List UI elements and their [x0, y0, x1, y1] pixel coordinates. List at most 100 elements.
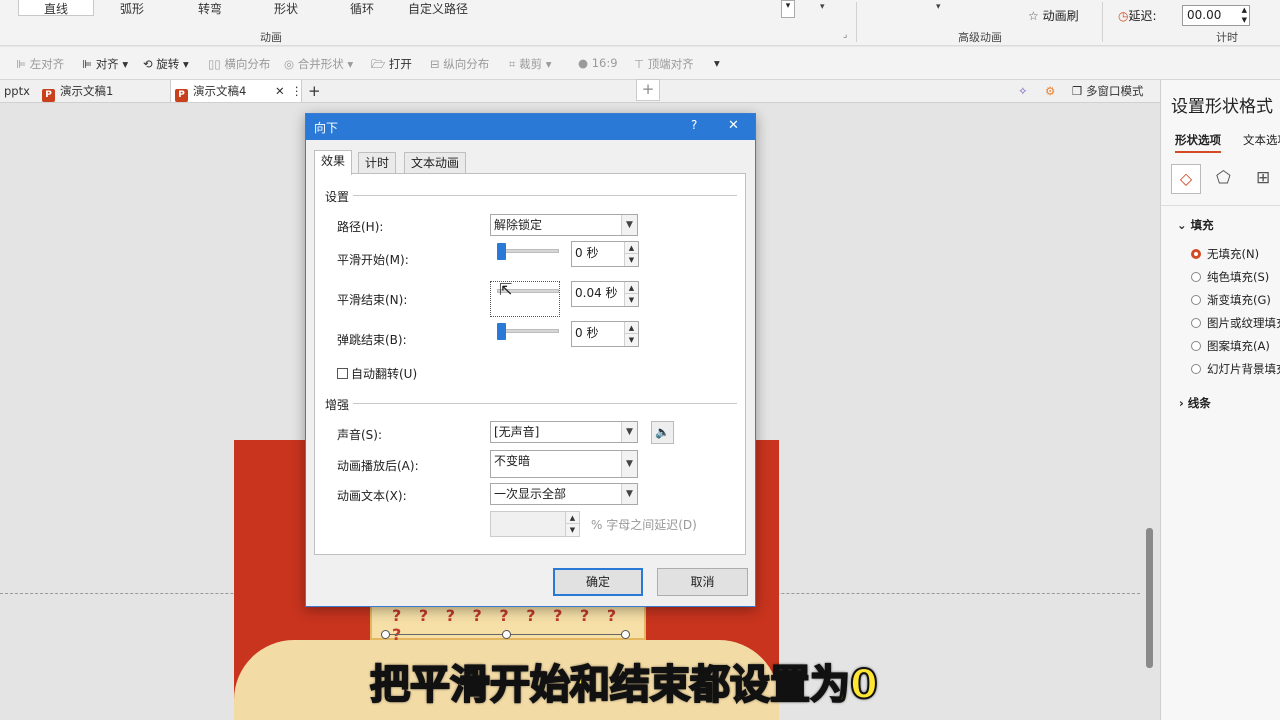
spin-arrows-icon[interactable]: ▲ ▼: [1242, 5, 1247, 25]
spin-up-icon[interactable]: ▲: [624, 322, 638, 334]
anim-turn[interactable]: 转弯: [190, 0, 230, 16]
sound-label: 声音(S):: [337, 428, 383, 442]
option-label: 无填充(N): [1207, 247, 1260, 261]
dialog-titlebar[interactable]: 向下 ? ✕: [306, 114, 755, 140]
merge-shapes-button[interactable]: ◎ 合并形状 ▾: [284, 56, 353, 72]
align-top-button[interactable]: ⊤ 顶端对齐: [634, 56, 694, 72]
cancel-button[interactable]: 取消: [657, 568, 748, 596]
more-icon[interactable]: ⋮: [291, 80, 303, 102]
spin-up-icon[interactable]: ▲: [624, 242, 638, 254]
doc-tab-pptx[interactable]: pptx: [4, 80, 30, 102]
doc-tab-4-active[interactable]: P 演示文稿4 ✕ ⋮: [170, 80, 303, 102]
delay-input[interactable]: 00.00 ▲ ▼: [1182, 5, 1250, 26]
anim-shape[interactable]: 形状: [266, 0, 306, 16]
ai-icon[interactable]: ✧: [1018, 80, 1028, 102]
section-divider: [353, 195, 737, 196]
bounce-end-input[interactable]: 0 秒 ▲ ▼: [571, 321, 639, 347]
ok-button[interactable]: 确定: [553, 568, 643, 596]
ratio-button[interactable]: ● 16:9: [578, 56, 618, 70]
option-label: 图片或纹理填充: [1207, 316, 1280, 330]
vertical-scrollbar[interactable]: [1146, 528, 1153, 668]
tab-shape-options[interactable]: 形状选项: [1175, 132, 1221, 153]
separator: [1102, 2, 1103, 42]
option-gradient-fill[interactable]: 渐变填充(G): [1191, 292, 1271, 308]
radio: [1191, 341, 1201, 351]
chevron-down-icon: ▼: [621, 484, 637, 504]
path-select[interactable]: 解除锁定 ▼: [490, 214, 638, 236]
doc-tab-4-label: 演示文稿4: [193, 84, 247, 98]
add-slide-icon[interactable]: +: [636, 79, 660, 101]
animation-painter-button[interactable]: ☆ 动画刷: [1028, 7, 1079, 24]
align-left-button[interactable]: ⊫ 左对齐: [16, 56, 64, 72]
resize-handle[interactable]: [621, 630, 630, 639]
anim-loop[interactable]: 循环: [342, 0, 382, 16]
resize-handle[interactable]: [502, 630, 511, 639]
chevron-down-icon[interactable]: ▾: [820, 2, 825, 12]
smooth-end-input[interactable]: 0.04 秒 ▲ ▼: [571, 281, 639, 307]
animate-text-select[interactable]: 一次显示全部 ▼: [490, 483, 638, 505]
letter-delay-input: ▲ ▼: [490, 511, 580, 537]
delay-value: 00.00: [1187, 8, 1222, 22]
rotate-label: 旋转: [156, 57, 180, 71]
crop-button[interactable]: ⌗ 裁剪 ▾: [509, 56, 552, 72]
effects-icon[interactable]: ⬠: [1216, 168, 1231, 188]
delay-label: 延迟:: [1128, 9, 1157, 23]
align-left-label: 左对齐: [29, 57, 65, 71]
close-icon[interactable]: ✕: [728, 118, 739, 133]
group-label-animation: 动画: [260, 31, 282, 44]
chevron-down-icon: ▼: [621, 422, 637, 442]
size-properties-icon[interactable]: ⊞: [1256, 168, 1270, 188]
bounce-end-label: 弹跳结束(B):: [337, 333, 407, 347]
close-tab-icon[interactable]: ✕: [275, 80, 285, 102]
option-no-fill[interactable]: 无填充(N): [1191, 246, 1259, 262]
option-slide-bg-fill[interactable]: 幻灯片背景填充: [1191, 361, 1280, 377]
tab-effect[interactable]: 效果: [314, 150, 353, 175]
spin-down-icon[interactable]: ▼: [624, 254, 638, 266]
settings-icon[interactable]: ⚙: [1045, 80, 1055, 102]
dialog-launcher-icon[interactable]: ⌟: [843, 30, 847, 40]
resize-handle[interactable]: [381, 630, 390, 639]
anim-custom-path[interactable]: 自定义路径: [408, 0, 468, 16]
doc-tab-1[interactable]: P 演示文稿1: [42, 80, 168, 102]
sound-select[interactable]: [无声音] ▼: [490, 421, 638, 443]
speaker-icon[interactable]: 🔈: [651, 421, 674, 444]
animation-effect-dialog: 向下 ? ✕ 效果 计时 文本动画 设置 路径(H): 解除锁定 ▼ 平滑开始(M…: [305, 113, 756, 607]
line-section-header[interactable]: › 线条: [1179, 395, 1211, 411]
effect-options-icon[interactable]: ▾: [781, 0, 795, 18]
after-animation-select[interactable]: 不变暗 ▼: [490, 450, 638, 478]
option-label: 纯色填充(S): [1207, 270, 1270, 284]
tab-text-animation[interactable]: 文本动画: [404, 152, 467, 174]
chevron-down-icon[interactable]: ▾: [936, 2, 941, 12]
option-picture-fill[interactable]: 图片或纹理填充: [1191, 315, 1280, 331]
doc-tab-1-label: 演示文稿1: [60, 84, 114, 98]
tab-text-options[interactable]: 文本选项: [1243, 132, 1280, 148]
help-icon[interactable]: ?: [691, 118, 697, 132]
fill-line-icon[interactable]: ◇: [1171, 164, 1201, 194]
bounce-end-thumb[interactable]: [497, 323, 506, 340]
rotate-button[interactable]: ⟲ 旋转 ▾: [143, 56, 189, 72]
spin-down-icon[interactable]: ▼: [624, 334, 638, 346]
distribute-v-button[interactable]: ⊟ 纵向分布: [430, 56, 489, 72]
align-button[interactable]: ⊫ 对齐 ▾: [82, 56, 128, 72]
mouse-cursor-icon: ⇱: [499, 280, 513, 299]
option-solid-fill[interactable]: 纯色填充(S): [1191, 269, 1269, 285]
bounce-end-slider[interactable]: [497, 329, 559, 333]
anim-line[interactable]: 直线: [18, 0, 94, 16]
distribute-h-button[interactable]: ▯▯ 横向分布: [208, 56, 270, 72]
quick-toolbar: ⊫ 左对齐 ⊫ 对齐 ▾ ⟲ 旋转 ▾ ▯▯ 横向分布 ◎ 合并形状 ▾ 🗁 打…: [0, 47, 1280, 80]
option-pattern-fill[interactable]: 图案填充(A): [1191, 338, 1270, 354]
fill-section-header[interactable]: ⌄ 填充: [1177, 217, 1214, 233]
toolbar-more-icon[interactable]: ▾: [714, 56, 720, 70]
anim-arc[interactable]: 弧形: [112, 0, 152, 16]
new-tab-icon[interactable]: +: [308, 80, 321, 102]
smooth-start-slider[interactable]: [497, 249, 559, 253]
auto-reverse-checkbox[interactable]: 自动翻转(U): [337, 365, 417, 382]
multi-window-button[interactable]: ❐ 多窗口模式: [1072, 80, 1143, 102]
effect-panel: 设置 路径(H): 解除锁定 ▼ 平滑开始(M): 0 秒 ▲ ▼ 平滑结束(N): …: [314, 173, 746, 555]
open-button[interactable]: 🗁 打开: [371, 56, 412, 76]
smooth-start-input[interactable]: 0 秒 ▲ ▼: [571, 241, 639, 267]
spin-down-icon[interactable]: ▼: [624, 294, 638, 306]
tab-timing[interactable]: 计时: [358, 152, 397, 174]
smooth-start-thumb[interactable]: [497, 243, 506, 260]
spin-up-icon[interactable]: ▲: [624, 282, 638, 294]
